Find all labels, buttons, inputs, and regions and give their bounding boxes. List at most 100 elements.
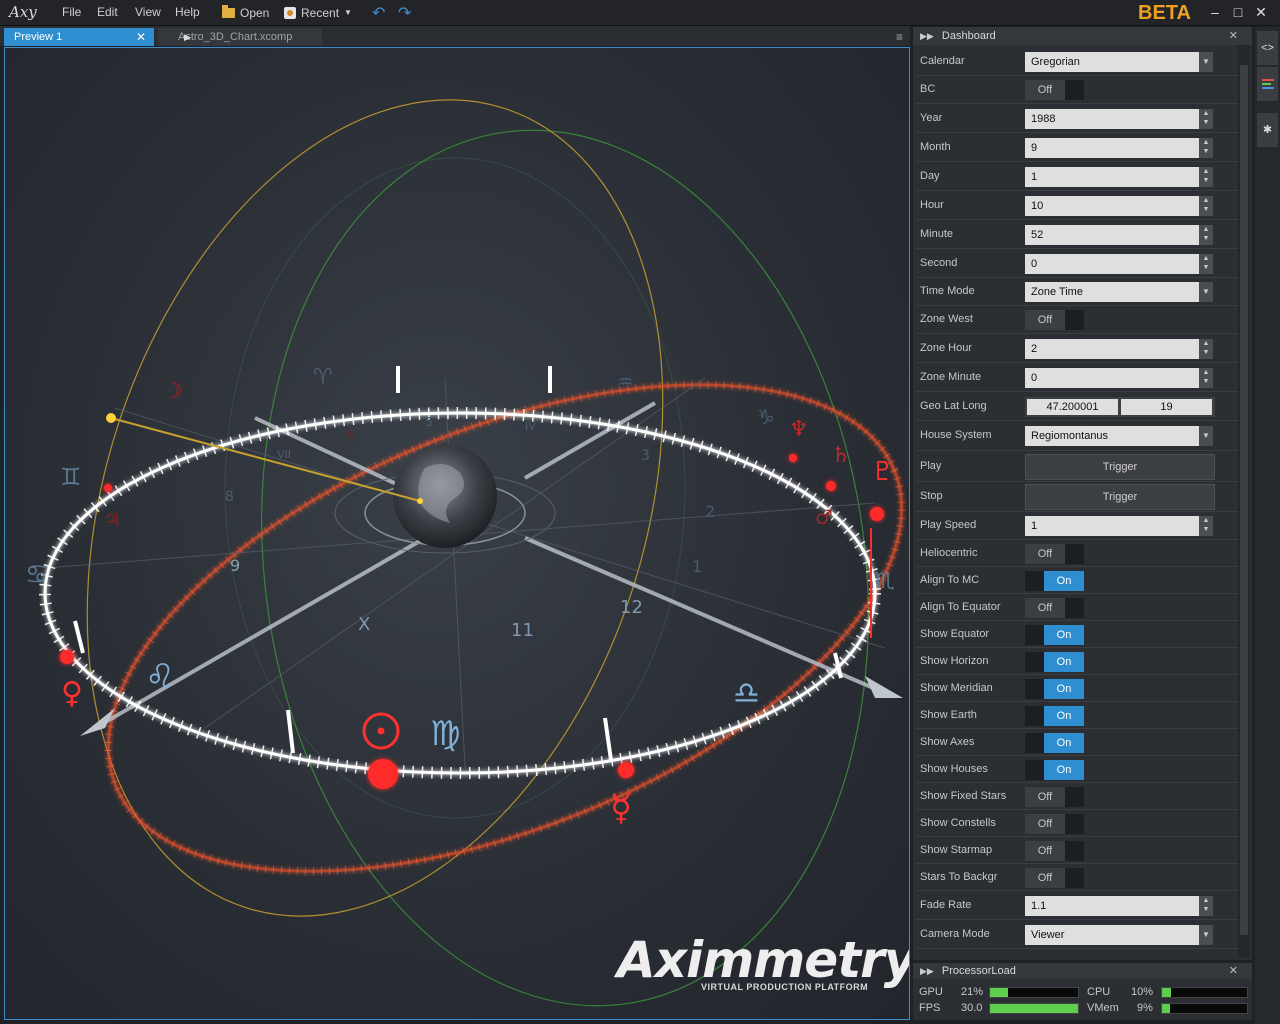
sun-symbol-center — [377, 727, 385, 735]
tab-preview-1[interactable]: Preview 1 ✕ — [4, 28, 154, 46]
spinner-icon[interactable]: ▲ ▼ — [1199, 225, 1213, 245]
month-input[interactable]: 9 — [1025, 138, 1199, 158]
chevron-down-icon[interactable]: ▼ — [1199, 282, 1213, 302]
gpu-value: 21% — [961, 986, 984, 998]
bc-toggle[interactable]: Off — [1025, 80, 1084, 100]
minimize-icon[interactable]: – — [1206, 3, 1224, 21]
second-input[interactable]: 0 — [1025, 254, 1199, 274]
align-to-mc-toggle[interactable]: On — [1025, 571, 1084, 591]
camera-mode-dropdown[interactable]: Viewer — [1025, 925, 1199, 945]
calendar-dropdown[interactable]: Gregorian — [1025, 52, 1199, 72]
cpu-bar — [1161, 987, 1248, 998]
house-system-dropdown[interactable]: Regiomontanus — [1025, 426, 1199, 446]
code-icon[interactable]: <> — [1257, 31, 1278, 65]
tab-astro-chart[interactable]: ▶ Astro_3D_Chart.xcomp — [158, 28, 322, 46]
align-to-equator-toggle[interactable]: Off — [1025, 598, 1084, 618]
show-fixed-stars-toggle[interactable]: Off — [1025, 787, 1084, 807]
menu-view[interactable]: View — [135, 5, 161, 19]
spinner-icon[interactable]: ▲ ▼ — [1199, 254, 1213, 274]
show-meridian-toggle[interactable]: On — [1025, 679, 1084, 699]
row-label: Show Houses — [920, 763, 988, 775]
open-button[interactable]: Open — [222, 4, 269, 21]
show-horizon-toggle[interactable]: On — [1025, 652, 1084, 672]
minute-input[interactable]: 52 — [1025, 225, 1199, 245]
close-icon[interactable]: ✕ — [136, 28, 146, 46]
scorpio-glyph: ♏ — [875, 569, 895, 594]
major-ticks — [73, 366, 843, 761]
row-label: Show Equator — [920, 628, 990, 640]
row-label: Align To Equator — [920, 601, 1001, 613]
panel-arrows-icon[interactable]: ▶▶ — [920, 31, 934, 41]
show-earth-toggle[interactable]: On — [1025, 706, 1084, 726]
spinner-icon[interactable]: ▲ ▼ — [1199, 339, 1213, 359]
show-starmap-toggle[interactable]: Off — [1025, 841, 1084, 861]
dashboard-row-camera-mode: Camera Mode Viewer ▼ — [916, 920, 1238, 949]
zone-west-toggle[interactable]: Off — [1025, 310, 1084, 330]
toggle-state: Off — [1025, 80, 1065, 100]
play-speed-input[interactable]: 1 — [1025, 516, 1199, 536]
year-input[interactable]: 1988 — [1025, 109, 1199, 129]
spinner-icon[interactable]: ▲ ▼ — [1199, 516, 1213, 536]
panel-arrows-icon[interactable]: ▶▶ — [920, 966, 934, 976]
play-trigger-button[interactable]: Trigger — [1025, 454, 1215, 480]
gear-icon[interactable]: ✱ — [1257, 113, 1278, 147]
day-input[interactable]: 1 — [1025, 167, 1199, 187]
tab-menu-icon[interactable]: ≡ — [896, 30, 903, 44]
dashboard-row-show-axes: Show Axes On — [916, 729, 1238, 756]
row-label: Show Fixed Stars — [920, 790, 1007, 802]
cpu-bar-fill — [1162, 988, 1171, 997]
zone-minute-input[interactable]: 0 — [1025, 368, 1199, 388]
dashboard-row-fade-rate: Fade Rate 1.1 ▲ ▼ — [916, 891, 1238, 920]
menu-help[interactable]: Help — [175, 5, 200, 19]
spinner-icon[interactable]: ▲ ▼ — [1199, 138, 1213, 158]
undo-icon[interactable]: ↶ — [372, 4, 385, 22]
spinner-icon[interactable]: ▲ ▼ — [1199, 167, 1213, 187]
spinner-icon[interactable]: ▲ ▼ — [1199, 196, 1213, 216]
spinner-icon[interactable]: ▲ ▼ — [1199, 368, 1213, 388]
stop-trigger-button[interactable]: Trigger — [1025, 484, 1215, 510]
close-icon[interactable]: ✕ — [1229, 963, 1238, 979]
menu-file[interactable]: File — [62, 5, 81, 19]
dashboard-row-show-horizon: Show Horizon On — [916, 648, 1238, 675]
spinner-icon[interactable]: ▲ ▼ — [1199, 109, 1213, 129]
recent-button[interactable]: Recent ▼ — [284, 4, 352, 21]
menu-edit[interactable]: Edit — [97, 5, 118, 19]
dashboard-row-show-earth: Show Earth On — [916, 702, 1238, 729]
show-axes-toggle[interactable]: On — [1025, 733, 1084, 753]
show-houses-toggle[interactable]: On — [1025, 760, 1084, 780]
dashboard-row-time-mode: Time Mode Zone Time ▼ — [916, 278, 1238, 306]
scrollbar-thumb[interactable] — [1240, 65, 1248, 935]
gpu-label: GPU — [919, 986, 943, 998]
stars-to-backgr-toggle[interactable]: Off — [1025, 868, 1084, 888]
dashboard-row-house-system: House System Regiomontanus ▼ — [916, 421, 1238, 451]
chevron-down-icon[interactable]: ▼ — [1199, 52, 1213, 72]
spinner-icon[interactable]: ▲ ▼ — [1199, 896, 1213, 916]
row-label: Second — [920, 257, 958, 269]
toggle-state: On — [1044, 571, 1084, 591]
show-constells-toggle[interactable]: Off — [1025, 814, 1084, 834]
dashboard-row-minute: Minute 52 ▲ ▼ — [916, 220, 1238, 249]
fps-value: 30.0 — [961, 1002, 983, 1014]
chevron-down-icon[interactable]: ▼ — [1199, 925, 1213, 945]
dashboard-row-show-equator: Show Equator On — [916, 621, 1238, 648]
latitude-input[interactable]: 47.200001 — [1027, 399, 1118, 415]
preview-viewport[interactable]: ♌ ♍ ♎ ♋ ♊ ♈ ♒ ♑ ♏ ♀ ☿ ☽ ♃ ♄ ♆ ♇ ♂ 9 8 6 … — [4, 47, 910, 1020]
fade-rate-input[interactable]: 1.1 — [1025, 896, 1199, 916]
time-mode-dropdown[interactable]: Zone Time — [1025, 282, 1199, 302]
redo-icon[interactable]: ↷ — [398, 4, 411, 22]
maximize-icon[interactable]: □ — [1229, 3, 1247, 21]
close-icon[interactable]: ✕ — [1252, 3, 1270, 21]
dashboard-row-zone-west: Zone West Off — [916, 306, 1238, 334]
chart-icon[interactable] — [1257, 67, 1278, 101]
row-label: Stars To Backgr — [920, 871, 998, 883]
dashboard-scrollbar[interactable] — [1238, 45, 1250, 957]
close-icon[interactable]: ✕ — [1229, 27, 1238, 45]
longitude-input[interactable]: 19 — [1121, 399, 1212, 415]
chevron-down-icon[interactable]: ▼ — [1199, 426, 1213, 446]
heliocentric-toggle[interactable]: Off — [1025, 544, 1084, 564]
hour-input[interactable]: 10 — [1025, 196, 1199, 216]
zone-hour-input[interactable]: 2 — [1025, 339, 1199, 359]
recent-icon — [284, 6, 296, 19]
show-equator-toggle[interactable]: On — [1025, 625, 1084, 645]
axis-lines — [94, 401, 886, 730]
